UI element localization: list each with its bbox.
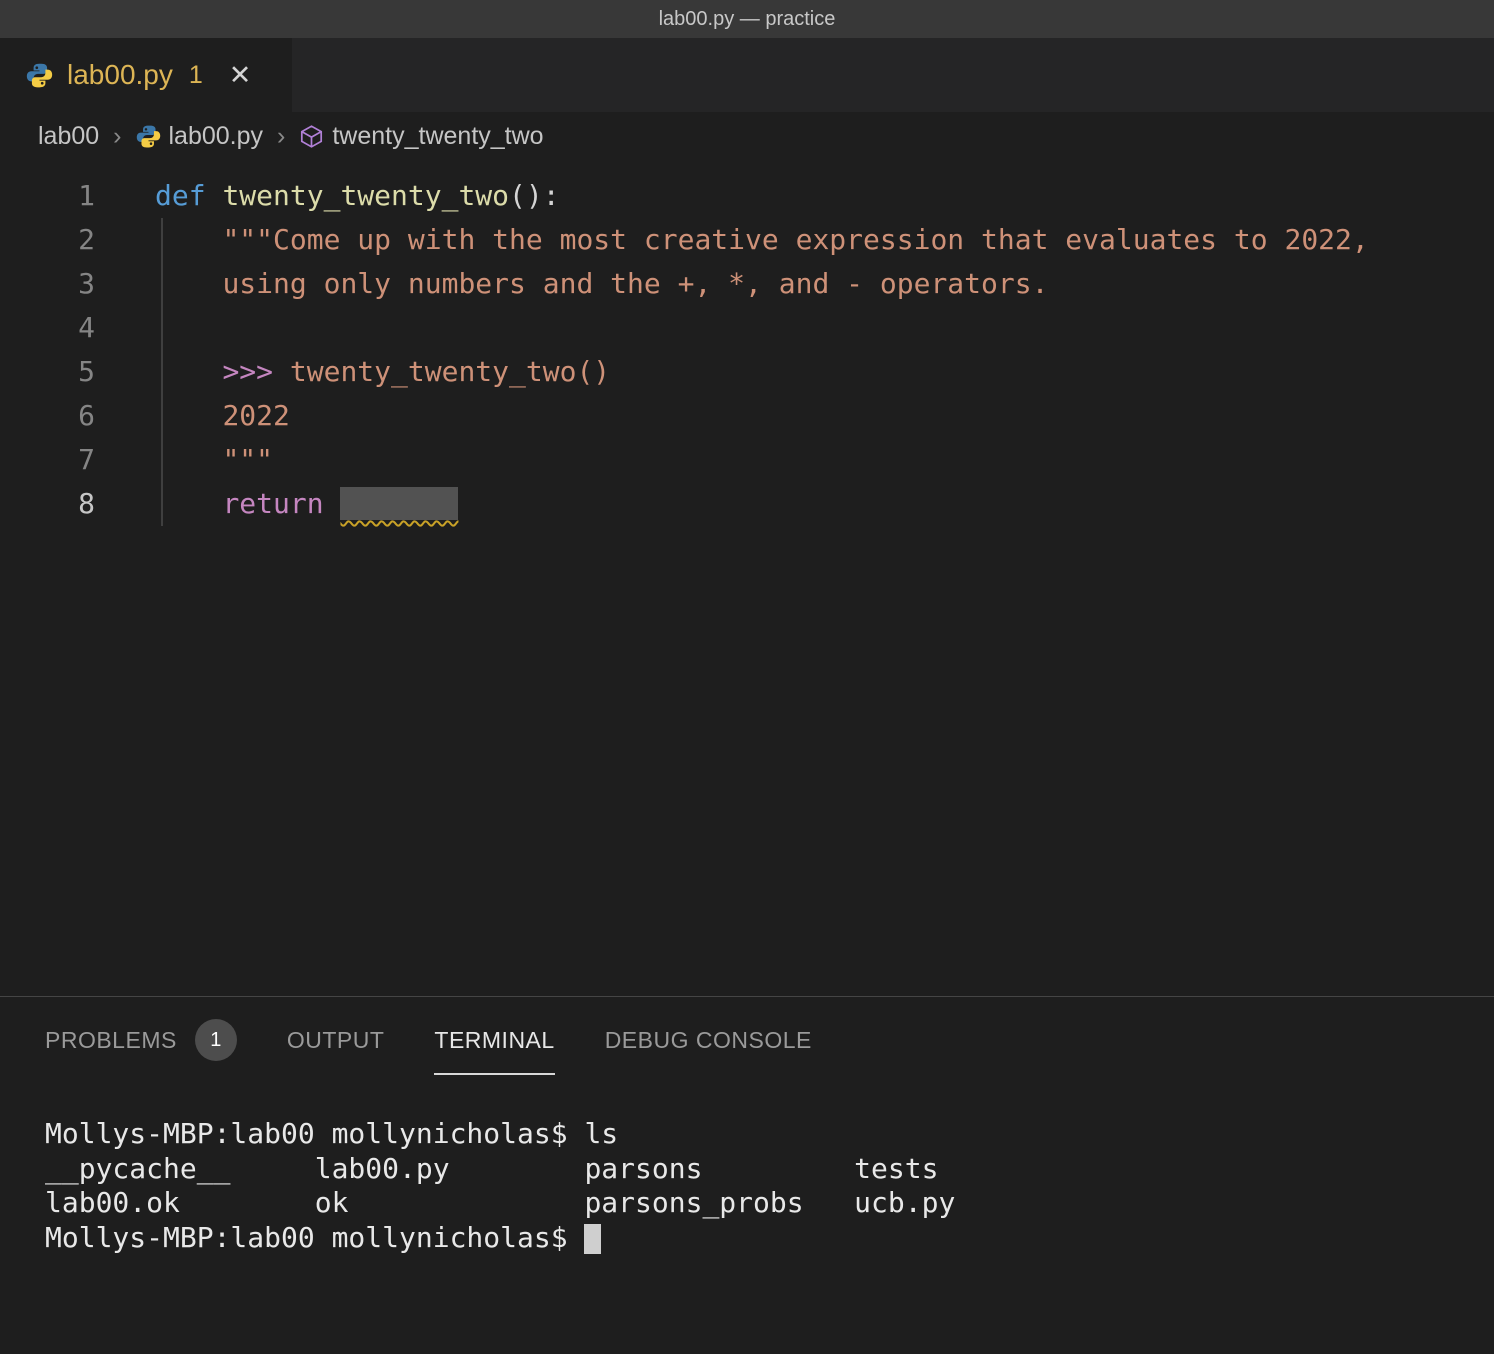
warning-highlight (340, 487, 458, 520)
indent-guide (161, 218, 163, 526)
line-number: 1 (0, 174, 95, 218)
code-token: using only numbers and the +, *, and - o… (222, 267, 1048, 300)
code-token (155, 267, 222, 300)
panel-tab-problems[interactable]: PROBLEMS 1 (45, 997, 237, 1083)
titlebar: lab00.py — practice (0, 0, 1494, 38)
line-number: 5 (0, 350, 95, 394)
terminal-output: Mollys-MBP:lab00 mollynicholas$ ls__pyca… (45, 1117, 1494, 1255)
code-token: return (222, 487, 340, 520)
code-token: twenty_twenty_two() (273, 355, 610, 388)
breadcrumb-symbol[interactable]: twenty_twenty_two (299, 122, 543, 151)
line-number: 3 (0, 262, 95, 306)
code-line-4[interactable]: 4 (0, 306, 1494, 350)
editor-lines: 1def twenty_twenty_two():2 """Come up wi… (0, 174, 1494, 526)
terminal-line: Mollys-MBP:lab00 mollynicholas$ ls (45, 1117, 1494, 1152)
code-line-7[interactable]: 7 """ (0, 438, 1494, 482)
symbol-namespace-icon (299, 124, 324, 149)
code-content: def twenty_twenty_two(): (155, 174, 560, 218)
tab-lab00[interactable]: lab00.py 1 ✕ (0, 38, 292, 112)
code-line-1[interactable]: 1 def twenty_twenty_two(): (0, 174, 1494, 218)
close-icon[interactable]: ✕ (229, 62, 252, 89)
terminal[interactable]: Mollys-MBP:lab00 mollynicholas$ ls__pyca… (0, 1083, 1494, 1255)
breadcrumb-folder[interactable]: lab00 (38, 122, 99, 151)
python-icon (136, 124, 161, 149)
code-token (155, 399, 222, 432)
code-token: 2022 (222, 399, 289, 432)
code-content: return (155, 482, 458, 526)
code-token: """Come up with the most creative expres… (222, 223, 1368, 256)
code-token: """ (222, 443, 273, 476)
panel-tab-output[interactable]: OUTPUT (287, 997, 385, 1083)
breadcrumb: lab00 › lab00.py › twenty_twenty_two (0, 112, 1494, 160)
code-token (155, 443, 222, 476)
tab-problem-count: 1 (189, 61, 203, 90)
bottom-panel: PROBLEMS 1 OUTPUT TERMINAL DEBUG CONSOLE… (0, 996, 1494, 1354)
line-number: 2 (0, 218, 95, 262)
line-number: 4 (0, 306, 95, 350)
line-number: 8 (0, 482, 95, 526)
code-content: >>> twenty_twenty_two() (155, 350, 610, 394)
panel-tab-bar: PROBLEMS 1 OUTPUT TERMINAL DEBUG CONSOLE (0, 997, 1494, 1083)
breadcrumb-file[interactable]: lab00.py (136, 122, 264, 151)
code-content: using only numbers and the +, *, and - o… (155, 262, 1048, 306)
code-line-8[interactable]: 8 return (0, 482, 1494, 526)
code-line-2[interactable]: 2 """Come up with the most creative expr… (0, 218, 1494, 262)
panel-tab-terminal[interactable]: TERMINAL (434, 997, 554, 1083)
code-content: """Come up with the most creative expres… (155, 218, 1369, 262)
code-line-6[interactable]: 6 2022 (0, 394, 1494, 438)
code-line-3[interactable]: 3 using only numbers and the +, *, and -… (0, 262, 1494, 306)
line-number: 6 (0, 394, 95, 438)
window-title: lab00.py — practice (659, 8, 836, 31)
code-editor[interactable]: 1def twenty_twenty_two():2 """Come up wi… (0, 160, 1494, 996)
python-icon (26, 62, 53, 89)
code-token: twenty_twenty_two (222, 179, 509, 212)
panel-tab-debug-console[interactable]: DEBUG CONSOLE (605, 997, 812, 1083)
chevron-right-icon: › (113, 122, 121, 151)
code-token: def (155, 179, 222, 212)
code-line-5[interactable]: 5 >>> twenty_twenty_two() (0, 350, 1494, 394)
code-content: 2022 (155, 394, 290, 438)
code-token: (): (509, 179, 560, 212)
terminal-line: lab00.ok ok parsons_probs ucb.py (45, 1186, 1494, 1221)
terminal-line: Mollys-MBP:lab00 mollynicholas$ (45, 1221, 1494, 1256)
code-token (155, 487, 222, 520)
chevron-right-icon: › (277, 122, 285, 151)
tab-bar: lab00.py 1 ✕ (0, 38, 1494, 112)
code-token (155, 223, 222, 256)
terminal-line: __pycache__ lab00.py parsons tests (45, 1152, 1494, 1187)
problems-count-badge: 1 (195, 1019, 237, 1061)
tab-filename: lab00.py (67, 59, 173, 91)
line-number: 7 (0, 438, 95, 482)
terminal-cursor (584, 1224, 601, 1254)
code-token: >>> (222, 355, 273, 388)
code-content: """ (155, 438, 273, 482)
code-token (155, 355, 222, 388)
